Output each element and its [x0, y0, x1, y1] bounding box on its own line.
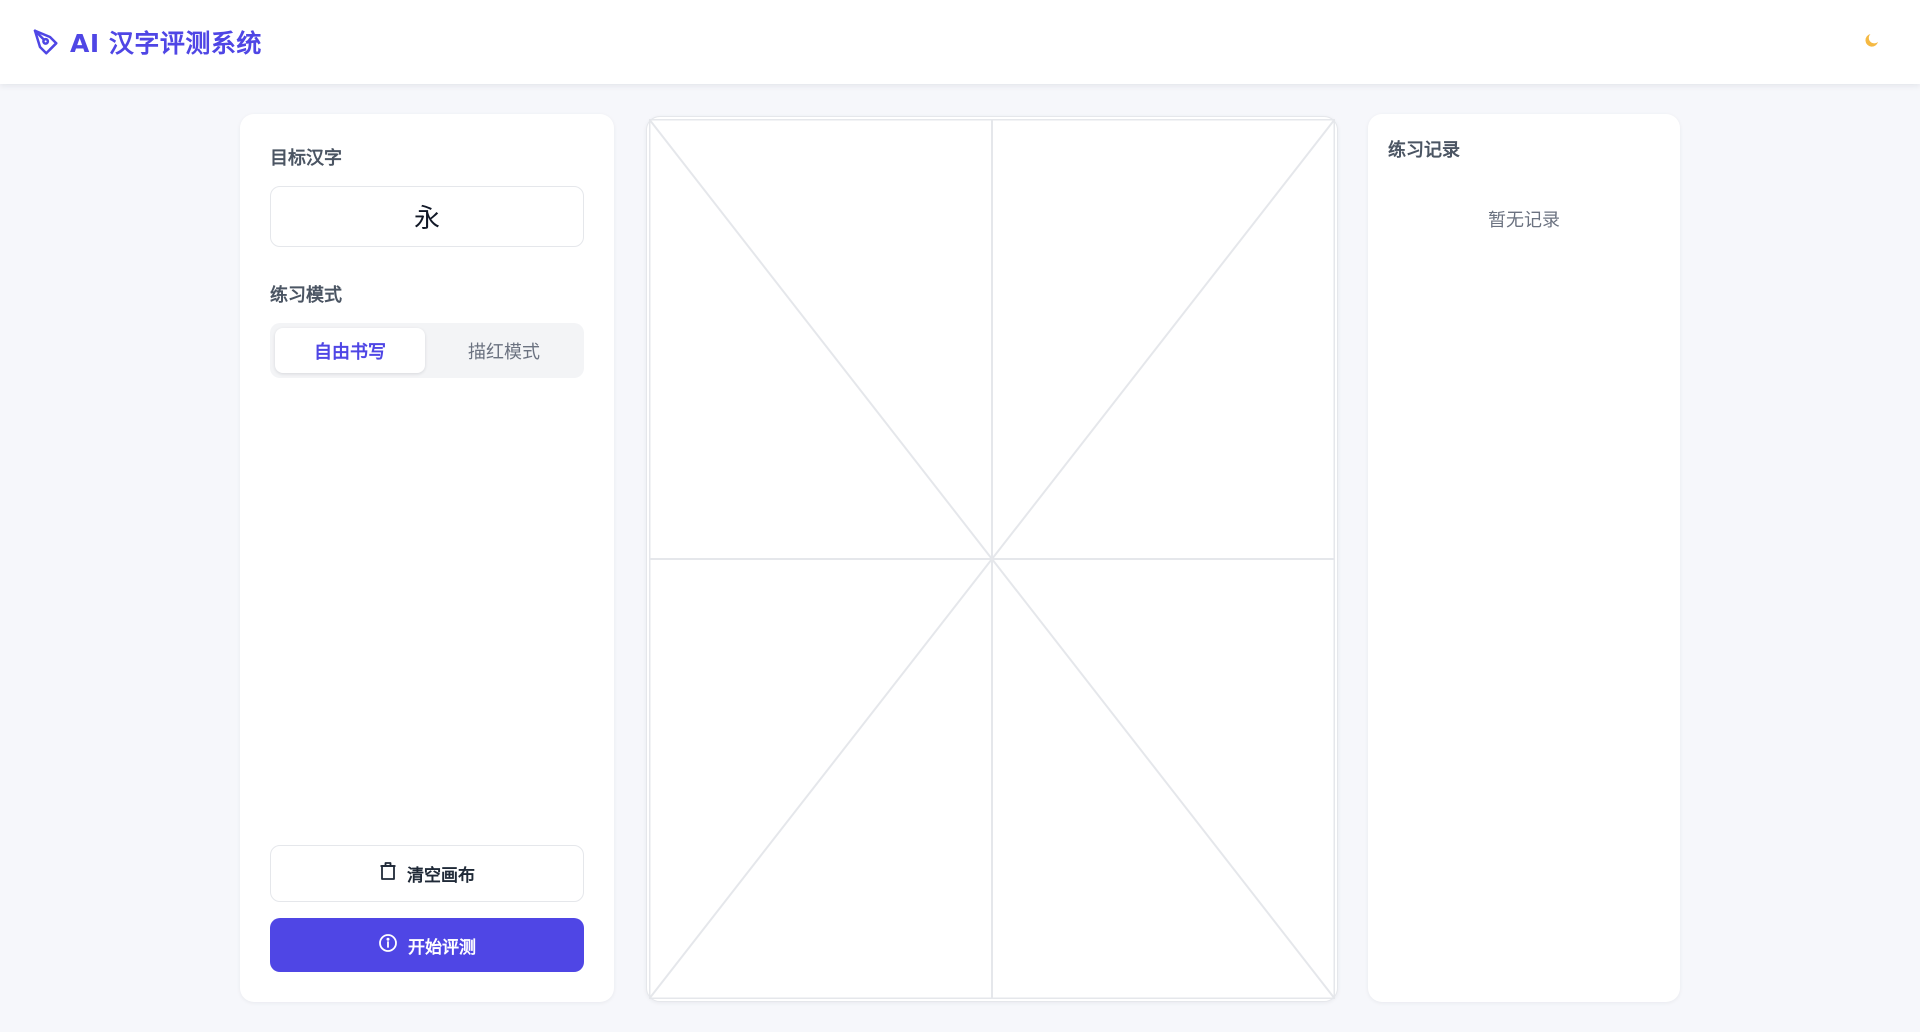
- records-empty-text: 暂无记录: [1488, 210, 1560, 231]
- rice-grid: [649, 119, 1335, 999]
- practice-mode-switch: 自由书写 描红模式: [270, 323, 584, 378]
- writing-canvas[interactable]: [646, 116, 1338, 1002]
- app-title: AI 汉字评测系统: [70, 29, 262, 58]
- moon-icon: [1863, 31, 1881, 53]
- records-title: 练习记录: [1388, 140, 1460, 161]
- pen-nib-icon: [30, 27, 60, 57]
- target-char-input[interactable]: 永: [270, 186, 584, 247]
- app-header: AI 汉字评测系统: [0, 0, 1920, 84]
- trash-icon: [379, 861, 397, 886]
- brand: AI 汉字评测系统: [30, 24, 262, 60]
- clear-canvas-label: 清空画布: [407, 866, 475, 886]
- control-panel: 目标汉字 永 练习模式 自由书写 描红模式 清空画布 开始评测: [240, 114, 614, 1002]
- mode-free-writing[interactable]: 自由书写: [275, 328, 425, 373]
- theme-toggle-button[interactable]: [1854, 24, 1890, 60]
- practice-records-panel: 练习记录 暂无记录: [1368, 114, 1680, 1002]
- practice-mode-label: 练习模式: [270, 285, 342, 306]
- start-evaluation-button[interactable]: 开始评测: [270, 918, 584, 972]
- mode-tracing[interactable]: 描红模式: [429, 328, 579, 373]
- clear-canvas-button[interactable]: 清空画布: [270, 845, 584, 902]
- info-circle-icon: [378, 933, 398, 958]
- target-char-label: 目标汉字: [270, 148, 342, 169]
- start-evaluation-label: 开始评测: [408, 937, 476, 958]
